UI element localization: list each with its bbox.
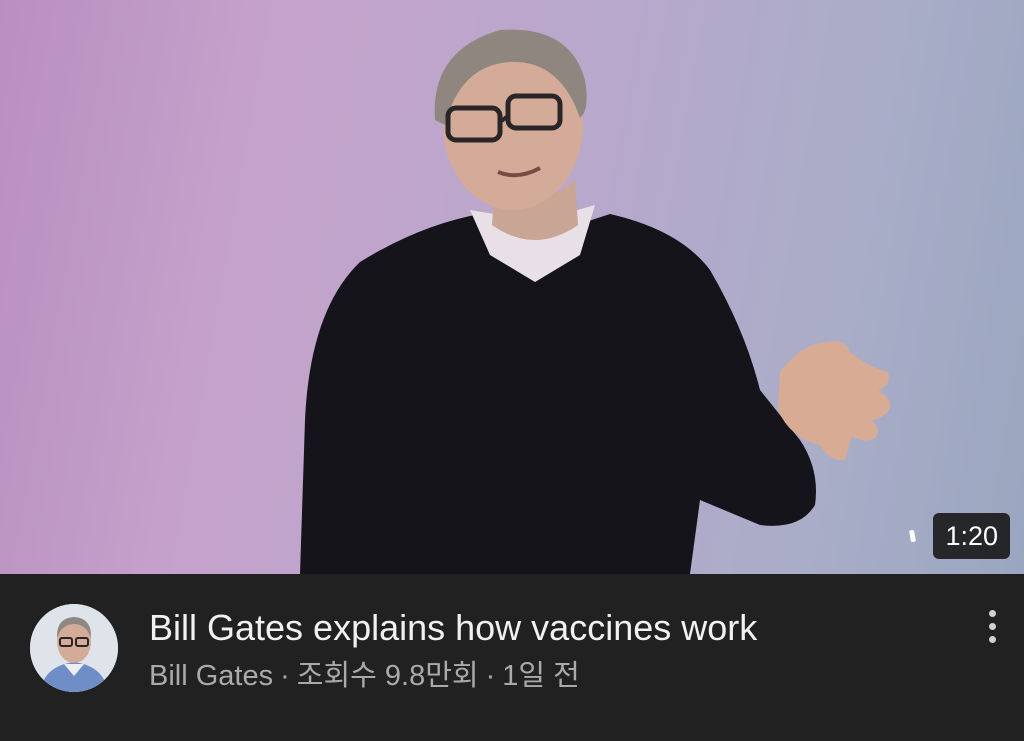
video-title[interactable]: Bill Gates explains how vaccines work [149, 606, 949, 650]
channel-avatar[interactable] [30, 604, 118, 692]
video-metadata: Bill Gates explains how vaccines work Bi… [0, 574, 1024, 741]
more-vert-icon[interactable] [976, 606, 1008, 646]
separator: · [280, 660, 290, 692]
more-dot [988, 635, 996, 643]
channel-name[interactable]: Bill Gates [149, 660, 273, 692]
more-dot [988, 609, 996, 617]
separator: · [485, 660, 496, 692]
video-thumbnail[interactable]: 1:20 [0, 0, 1024, 574]
avatar-image [30, 604, 118, 692]
duration-badge: 1:20 [933, 513, 1010, 559]
view-count: 조회수 9.8만회 [296, 660, 479, 692]
video-subtitle: Bill Gates · 조회수 9.8만회 · 1일 전 [149, 658, 580, 694]
upload-age: 1일 전 [502, 660, 580, 692]
more-dot [988, 622, 996, 630]
thumbnail-image [300, 29, 891, 574]
